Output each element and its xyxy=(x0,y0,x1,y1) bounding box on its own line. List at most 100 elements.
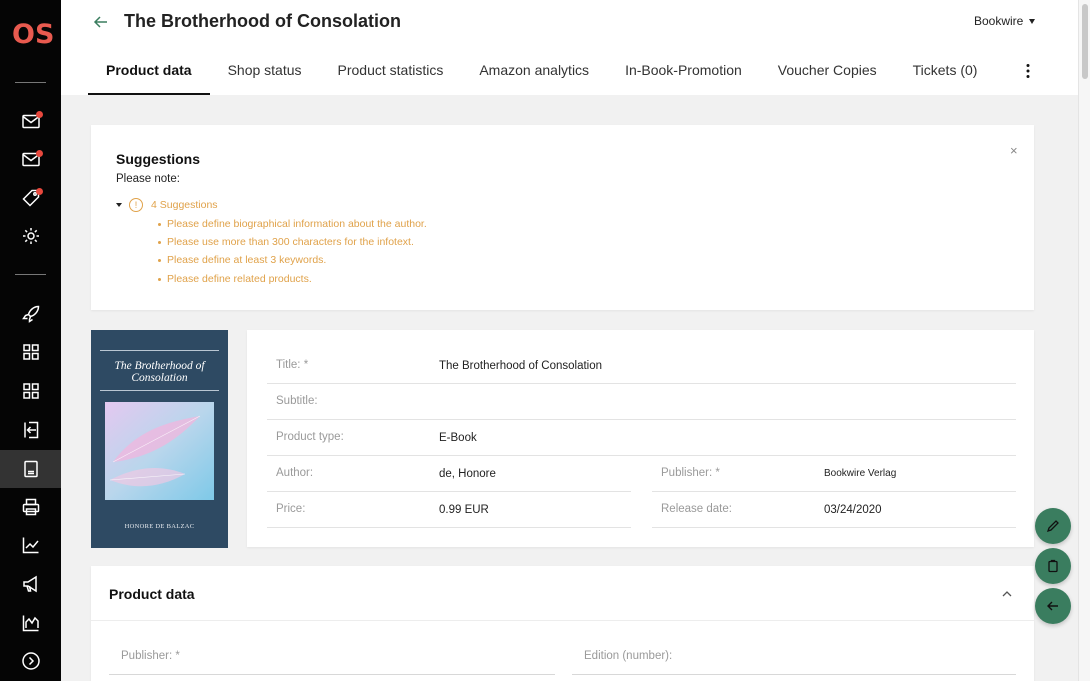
publisher-input[interactable]: Publisher: * xyxy=(109,638,555,675)
tab-in-book-promotion[interactable]: In-Book-Promotion xyxy=(607,50,760,95)
cover-artwork xyxy=(105,402,214,500)
edition-input[interactable]: Edition (number): xyxy=(572,638,1016,675)
suggestions-note: Please note: xyxy=(116,173,180,185)
caret-down-icon xyxy=(116,203,122,207)
megaphone-icon xyxy=(22,575,37,593)
field-release-date: Release date: 03/24/2020 xyxy=(652,492,1016,528)
back-button[interactable] xyxy=(1035,588,1071,624)
settings-icon xyxy=(22,228,39,244)
chart-icon xyxy=(22,537,39,554)
scrollbar[interactable] xyxy=(1078,0,1090,681)
field-label: Publisher: * xyxy=(661,467,720,479)
sidebar-item-print[interactable] xyxy=(0,488,61,526)
cover-author: HONORE DE BALZAC xyxy=(124,523,195,530)
close-icon[interactable]: × xyxy=(1010,143,1018,158)
sidebar-item-dashboard[interactable] xyxy=(0,333,61,371)
tab-shop-status[interactable]: Shop status xyxy=(210,50,320,95)
sidebar: OS xyxy=(0,0,61,681)
product-info-card: Title: * The Brotherhood of Consolation … xyxy=(247,330,1034,547)
grid-icon xyxy=(22,344,39,360)
grid-icon xyxy=(22,383,39,399)
suggestions-card: Suggestions Please note: × ! 4 Suggestio… xyxy=(91,125,1034,310)
clipboard-icon xyxy=(1048,559,1058,573)
product-data-section: Product data Publisher: * Edition (numbe… xyxy=(91,566,1034,681)
cover-title-line: Consolation xyxy=(131,372,188,384)
field-label: Subtitle: xyxy=(276,395,318,407)
tab-amazon-analytics[interactable]: Amazon analytics xyxy=(461,50,607,95)
field-value: 0.99 EUR xyxy=(439,504,489,516)
sidebar-item-settings[interactable] xyxy=(0,217,61,255)
chevron-up-icon[interactable] xyxy=(1001,588,1013,600)
page-title: The Brotherhood of Consolation xyxy=(124,11,401,31)
cover-rule xyxy=(100,390,219,391)
chevron-right-circle-icon xyxy=(21,652,40,670)
section-title: Product data xyxy=(109,586,195,602)
sidebar-item-inbox[interactable] xyxy=(0,140,61,178)
field-label: Product type: xyxy=(276,431,344,443)
field-value: Bookwire Verlag xyxy=(824,468,897,479)
publisher-select[interactable]: Bookwire xyxy=(974,14,1036,28)
sidebar-item-statistics[interactable] xyxy=(0,604,61,642)
notification-dot xyxy=(36,150,43,157)
notification-dot xyxy=(36,111,43,118)
field-label: Price: xyxy=(276,503,306,515)
suggestion-item: Please define related products. xyxy=(158,270,427,288)
field-value: E-Book xyxy=(439,432,477,444)
tab-bar: Product data Shop status Product statist… xyxy=(88,50,995,95)
publisher-select-label: Bookwire xyxy=(974,14,1024,28)
back-arrow-icon[interactable] xyxy=(91,12,111,32)
field-label: Author: xyxy=(276,467,314,479)
field-title: Title: * The Brotherhood of Consolation xyxy=(267,348,1016,384)
suggestions-list: Please define biographical information a… xyxy=(158,215,427,288)
header: The Brotherhood of Consolation Bookwire … xyxy=(61,0,1078,95)
tab-tickets[interactable]: Tickets (0) xyxy=(895,50,996,95)
cover-title-line: The Brotherhood of xyxy=(114,360,205,372)
field-author: Author: de, Honore xyxy=(267,456,631,492)
suggestions-toggle[interactable]: ! 4 Suggestions xyxy=(116,198,218,212)
stats-icon xyxy=(22,615,39,632)
tab-product-statistics[interactable]: Product statistics xyxy=(320,50,462,95)
suggestion-item: Please define at least 3 keywords. xyxy=(158,251,427,269)
suggestion-item: Please define biographical information a… xyxy=(158,215,427,233)
sidebar-item-catalog[interactable] xyxy=(0,372,61,410)
sidebar-item-products[interactable] xyxy=(0,450,61,488)
tab-product-data[interactable]: Product data xyxy=(88,50,210,95)
field-product-type: Product type: E-Book xyxy=(267,420,1016,456)
sidebar-item-analytics[interactable] xyxy=(0,526,61,564)
cover-title: The Brotherhood of Consolation xyxy=(91,360,228,384)
sidebar-item-launch[interactable] xyxy=(0,295,61,333)
notification-dot xyxy=(36,188,43,195)
sidebar-item-import[interactable] xyxy=(0,411,61,449)
field-label: Title: * xyxy=(276,359,309,371)
field-value: 03/24/2020 xyxy=(824,504,882,516)
book-cover[interactable]: The Brotherhood of Consolation HONORE DE… xyxy=(91,330,228,548)
section-divider xyxy=(91,620,1034,621)
sidebar-item-expand[interactable] xyxy=(0,642,61,680)
import-icon xyxy=(23,421,38,439)
app-logo[interactable]: OS xyxy=(12,19,54,50)
arrow-left-icon xyxy=(1047,601,1058,611)
more-vertical-icon[interactable] xyxy=(1024,63,1032,79)
sidebar-divider xyxy=(15,274,46,275)
edit-button[interactable] xyxy=(1035,508,1071,544)
field-subtitle: Subtitle: xyxy=(267,384,1016,420)
field-publisher: Publisher: * Bookwire Verlag xyxy=(652,456,1016,492)
pencil-icon xyxy=(1046,520,1059,533)
tab-voucher-copies[interactable]: Voucher Copies xyxy=(760,50,895,95)
rocket-icon xyxy=(21,305,39,323)
field-price: Price: 0.99 EUR xyxy=(267,492,631,528)
cover-rule xyxy=(100,350,219,351)
field-value: de, Honore xyxy=(439,468,496,480)
clipboard-button[interactable] xyxy=(1035,548,1071,584)
sidebar-item-tags[interactable] xyxy=(0,179,61,217)
warning-icon: ! xyxy=(129,198,143,212)
scrollbar-thumb[interactable] xyxy=(1082,4,1088,79)
field-label: Release date: xyxy=(661,503,732,515)
sidebar-item-marketing[interactable] xyxy=(0,565,61,603)
suggestions-count: 4 Suggestions xyxy=(151,199,218,211)
suggestions-title: Suggestions xyxy=(116,151,201,167)
caret-down-icon xyxy=(1029,18,1036,24)
product-icon xyxy=(23,460,38,478)
field-value: The Brotherhood of Consolation xyxy=(439,360,603,372)
sidebar-item-messages[interactable] xyxy=(0,102,61,140)
